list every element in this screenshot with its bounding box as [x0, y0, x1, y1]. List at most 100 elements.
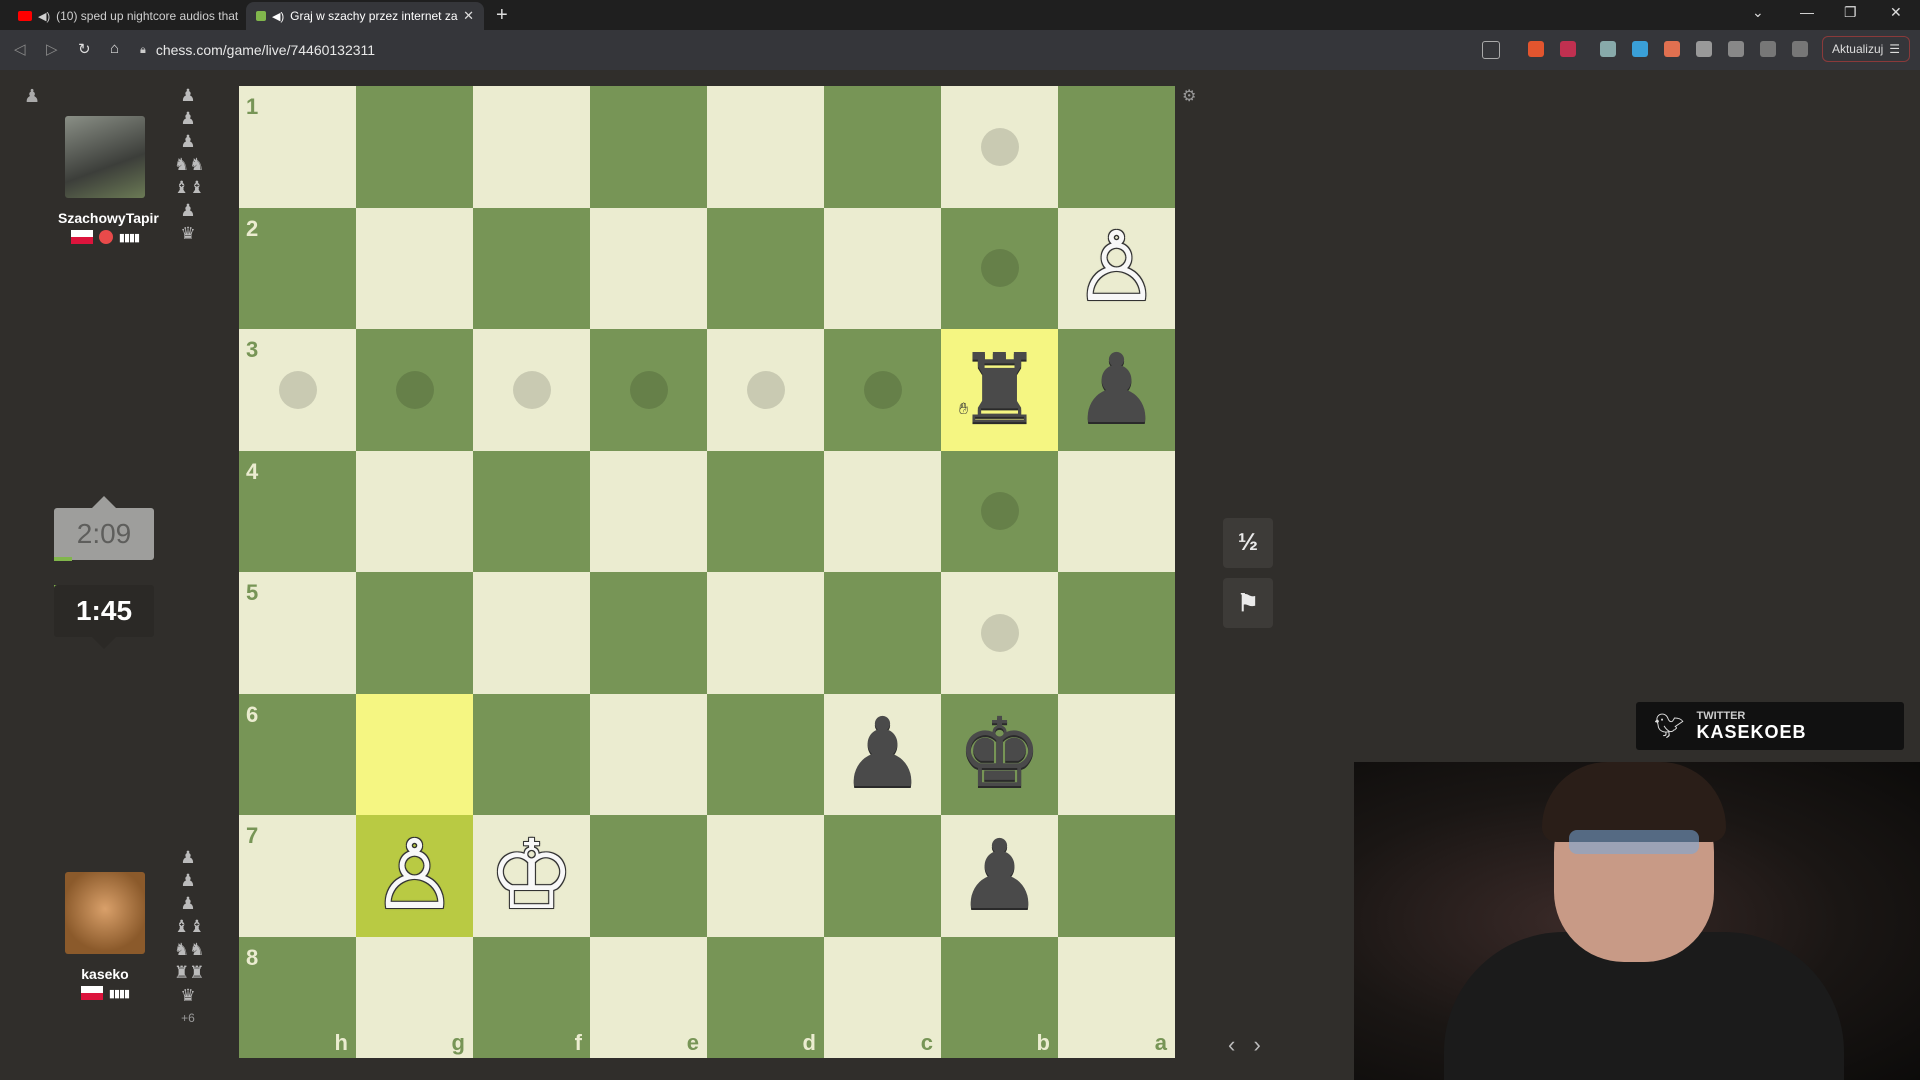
- square-g8[interactable]: g: [356, 936, 473, 1058]
- square-b3[interactable]: ♜ ✋︎: [941, 329, 1058, 451]
- legal-move-dot[interactable]: [746, 370, 785, 409]
- square-b1[interactable]: [941, 86, 1058, 208]
- square-b8[interactable]: b: [941, 936, 1058, 1058]
- square-e4[interactable]: [590, 450, 707, 572]
- square-b7[interactable]: ♟: [941, 815, 1058, 937]
- black-pawn[interactable]: ♟: [941, 815, 1058, 937]
- square-a7[interactable]: [1058, 815, 1175, 937]
- square-f1[interactable]: [473, 86, 590, 208]
- extension-icon[interactable]: [1664, 41, 1680, 57]
- move-nav-arrows[interactable]: ‹ ›: [1228, 1032, 1267, 1058]
- update-button[interactable]: Aktualizuj ☰: [1822, 36, 1910, 62]
- square-c5[interactable]: [824, 572, 941, 694]
- legal-move-dot[interactable]: [395, 370, 434, 409]
- square-d1[interactable]: [707, 86, 824, 208]
- square-g7[interactable]: ♙: [356, 815, 473, 937]
- player-name[interactable]: kaseko: [58, 966, 152, 982]
- avatar[interactable]: [65, 116, 145, 198]
- square-h7[interactable]: 7: [239, 815, 356, 937]
- square-a5[interactable]: [1058, 572, 1175, 694]
- square-a2[interactable]: ♙: [1058, 207, 1175, 330]
- legal-move-dot[interactable]: [980, 249, 1019, 288]
- square-b2[interactable]: [941, 207, 1058, 329]
- black-rook[interactable]: ♜: [941, 329, 1058, 451]
- square-c1[interactable]: [824, 86, 941, 208]
- square-d5[interactable]: [707, 572, 824, 694]
- square-h6[interactable]: 6: [239, 693, 356, 815]
- square-c7[interactable]: [824, 815, 941, 937]
- new-tab-button[interactable]: +: [496, 4, 508, 27]
- brave-rewards-icon[interactable]: [1560, 41, 1576, 57]
- square-c3[interactable]: [824, 329, 941, 451]
- reload-icon[interactable]: ↻: [78, 40, 91, 58]
- legal-move-dot[interactable]: [863, 370, 902, 409]
- puzzle-icon[interactable]: [1696, 41, 1712, 57]
- square-h1[interactable]: 1: [239, 86, 356, 208]
- avatar[interactable]: [65, 872, 145, 954]
- square-g4[interactable]: [356, 450, 473, 572]
- extension-icon[interactable]: [1600, 41, 1616, 57]
- minimize-button[interactable]: —: [1800, 4, 1814, 20]
- square-a3[interactable]: ♟: [1058, 329, 1175, 451]
- resign-button[interactable]: ⚑: [1223, 578, 1273, 628]
- forward-icon[interactable]: ▷: [46, 40, 58, 58]
- extension-icon[interactable]: [1632, 41, 1648, 57]
- square-g2[interactable]: [356, 207, 473, 329]
- legal-move-dot[interactable]: [629, 370, 668, 409]
- legal-move-dot[interactable]: [980, 127, 1019, 166]
- back-icon[interactable]: ◁: [14, 40, 26, 58]
- square-f2[interactable]: [473, 207, 590, 329]
- square-f3[interactable]: [473, 329, 590, 451]
- square-h3[interactable]: 3: [239, 329, 356, 451]
- black-pawn[interactable]: ♟: [824, 694, 941, 816]
- square-f8[interactable]: f: [473, 936, 590, 1058]
- gear-icon[interactable]: ⚙: [1182, 86, 1196, 106]
- legal-move-dot[interactable]: [278, 370, 317, 409]
- playlist-icon[interactable]: [1728, 41, 1744, 57]
- white-pawn[interactable]: ♙: [356, 815, 473, 937]
- square-f7[interactable]: ♔: [473, 815, 590, 937]
- black-king[interactable]: ♚: [941, 694, 1058, 816]
- square-e7[interactable]: [590, 815, 707, 937]
- chess-board[interactable]: 1 2 ♙ 3 ♜ ✋︎ ♟ 4 5 6 ♟ ♚ 7 ♙ ♔ ♟ 8 h g f e d c b a: [239, 86, 1175, 1058]
- tab-youtube[interactable]: ◀) (10) sped up nightcore audios that: [8, 2, 244, 30]
- bookmark-icon[interactable]: ⌂: [110, 40, 119, 57]
- square-f5[interactable]: [473, 572, 590, 694]
- square-b4[interactable]: [941, 450, 1058, 572]
- square-a8[interactable]: a: [1058, 936, 1175, 1058]
- tab-search-icon[interactable]: ⌄: [1752, 4, 1764, 21]
- square-h8[interactable]: 8h: [239, 936, 356, 1058]
- close-window-button[interactable]: ✕: [1890, 4, 1902, 21]
- square-g1[interactable]: [356, 86, 473, 208]
- tab-chess[interactable]: ◀) Graj w szachy przez internet za ✕: [246, 2, 484, 30]
- square-a6[interactable]: [1058, 693, 1175, 815]
- white-king[interactable]: ♔: [473, 815, 590, 937]
- square-e3[interactable]: [590, 329, 707, 451]
- square-a1[interactable]: [1058, 86, 1175, 208]
- opponent-name[interactable]: SzachowyTapir: [58, 210, 159, 226]
- square-e2[interactable]: [590, 207, 707, 329]
- square-a4[interactable]: [1058, 450, 1175, 572]
- square-g6[interactable]: [356, 693, 473, 815]
- square-d4[interactable]: [707, 450, 824, 572]
- square-b6[interactable]: ♚: [941, 693, 1058, 816]
- square-b5[interactable]: [941, 572, 1058, 694]
- square-c4[interactable]: [824, 450, 941, 572]
- close-tab-icon[interactable]: ✕: [463, 8, 474, 24]
- white-pawn[interactable]: ♙: [1058, 208, 1175, 330]
- square-e5[interactable]: [590, 572, 707, 694]
- square-h4[interactable]: 4: [239, 450, 356, 572]
- sidebar-icon[interactable]: [1760, 41, 1776, 57]
- legal-move-dot[interactable]: [512, 370, 551, 409]
- square-h2[interactable]: 2: [239, 207, 356, 329]
- square-g5[interactable]: [356, 572, 473, 694]
- square-e8[interactable]: e: [590, 936, 707, 1058]
- square-e6[interactable]: [590, 693, 707, 815]
- square-d2[interactable]: [707, 207, 824, 329]
- square-f6[interactable]: [473, 693, 590, 815]
- square-d7[interactable]: [707, 815, 824, 937]
- square-d6[interactable]: [707, 693, 824, 815]
- legal-move-dot[interactable]: [980, 492, 1019, 531]
- wallet-icon[interactable]: [1792, 41, 1808, 57]
- brave-shield-icon[interactable]: [1528, 41, 1544, 57]
